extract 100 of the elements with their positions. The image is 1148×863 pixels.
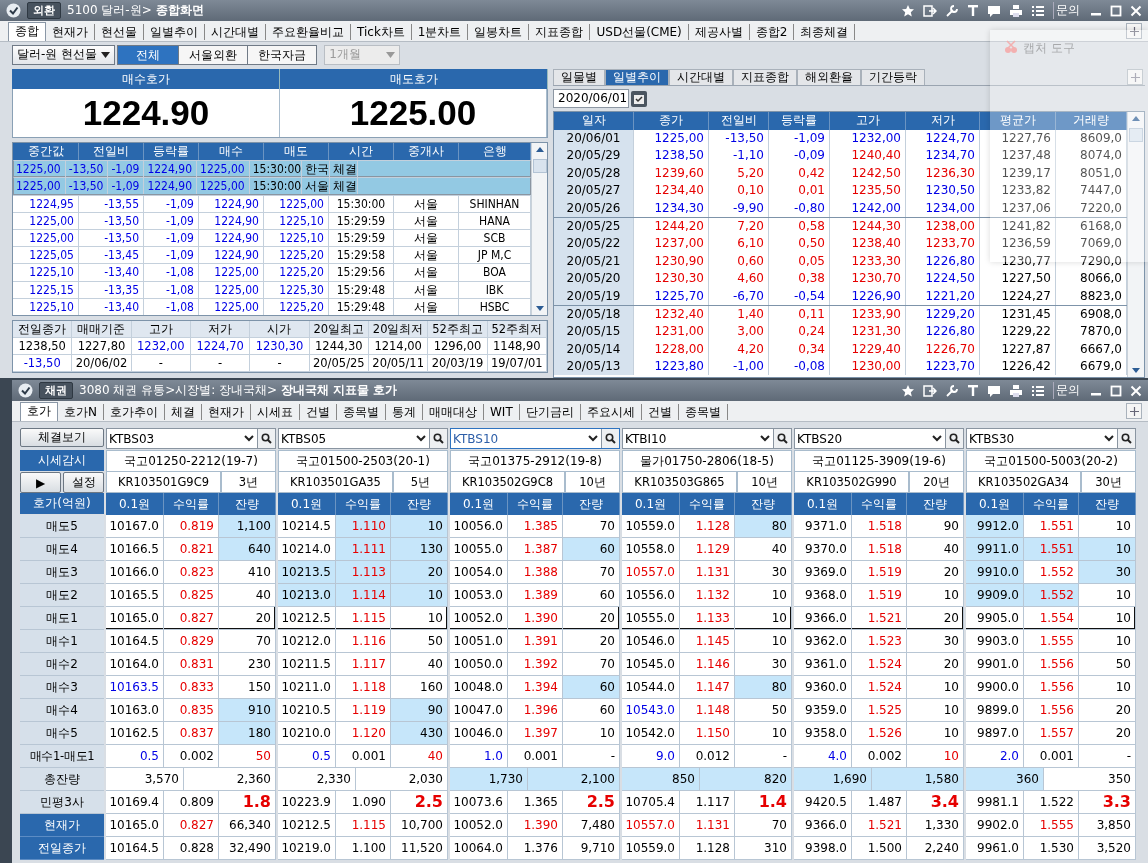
- font-icon[interactable]: [967, 4, 979, 17]
- symbol-select[interactable]: KTBS30: [966, 428, 1136, 449]
- segment-button[interactable]: 전체: [117, 44, 180, 65]
- market-dropdown[interactable]: 달러-원 현선물: [12, 44, 116, 65]
- segment-button[interactable]: 서울외환: [178, 44, 249, 65]
- tab[interactable]: 현선물: [95, 24, 144, 40]
- tab[interactable]: 단기금리: [519, 404, 581, 420]
- table-row[interactable]: 1225,00 -13,50 -1,09 1224,90 1225,10 15:29:59 서울 HANA: [13, 211, 531, 229]
- tab[interactable]: 시세표: [251, 404, 300, 420]
- table-cell: 1230,50: [906, 182, 980, 200]
- table-row[interactable]: 1225,00 -13,50 -1,09 1224,90 1225,00 15:30:00 한국 체결: [13, 160, 531, 178]
- tab[interactable]: 해외환율: [797, 69, 861, 85]
- maximize-icon[interactable]: [1110, 4, 1122, 17]
- scrollbar[interactable]: [1127, 112, 1144, 377]
- segment-button[interactable]: 한국자금: [247, 44, 318, 65]
- tab[interactable]: USD선물(CME): [590, 24, 689, 40]
- table-row[interactable]: 1224,95 -13,55 -1,09 1224,90 1225,00 15:30:00 서울 SHINHAN: [13, 194, 531, 212]
- tab[interactable]: WIT: [484, 404, 520, 420]
- tab[interactable]: 지표종합: [733, 69, 797, 85]
- maximize-icon[interactable]: [1110, 384, 1122, 397]
- close-icon[interactable]: [1130, 384, 1142, 397]
- search-button[interactable]: [257, 429, 275, 448]
- date-field[interactable]: 2020/06/01: [553, 89, 629, 108]
- table-cell: 1234,30: [634, 199, 709, 217]
- tab[interactable]: 제공사별: [688, 24, 750, 40]
- tools-icon[interactable]: [945, 3, 959, 18]
- print-icon[interactable]: [1009, 383, 1023, 398]
- tab[interactable]: 일봉차트: [468, 24, 530, 40]
- tab[interactable]: 일물별: [553, 69, 605, 85]
- symbol-select[interactable]: KTBS03: [106, 428, 276, 449]
- tab[interactable]: 1분차트: [411, 24, 469, 40]
- column-header: 0.1원: [106, 493, 164, 515]
- table-row[interactable]: 1225,15 -13,35 -1,08 1225,00 1225,30 15:29:48 서울 IBK: [13, 280, 531, 298]
- table-row[interactable]: 1225,10 -13,40 -1,08 1225,00 1225,20 15:29:56 서울 BOA: [13, 263, 531, 281]
- scroll-thumb[interactable]: [532, 159, 547, 173]
- star-icon[interactable]: [901, 383, 915, 398]
- tab[interactable]: 호가: [20, 402, 58, 421]
- chevron-icon: [244, 435, 254, 442]
- tab[interactable]: 현재가: [46, 24, 95, 40]
- add-tab-button[interactable]: [1126, 23, 1142, 39]
- table-row[interactable]: 1225,05 -13,45 -1,09 1224,90 1225,20 15:29:58 서울 JP M,C: [13, 246, 531, 264]
- symbol-select[interactable]: KTBS05: [278, 428, 448, 449]
- tab[interactable]: 시간대별: [669, 69, 733, 85]
- tab[interactable]: 기간등락: [861, 69, 925, 85]
- export-icon[interactable]: [923, 3, 937, 18]
- tab[interactable]: 현재가: [202, 404, 251, 420]
- symbol-select[interactable]: KTBI10: [622, 428, 792, 449]
- tab[interactable]: 종합: [8, 22, 46, 41]
- calendar-button[interactable]: [631, 90, 647, 107]
- table-cell: 0,58: [769, 217, 830, 236]
- trade-view-button[interactable]: 체결보기: [20, 428, 104, 447]
- play-button[interactable]: ▶: [20, 472, 61, 493]
- tab[interactable]: 일별추이: [605, 69, 669, 85]
- list-icon[interactable]: [1031, 3, 1045, 18]
- tab[interactable]: 종목별: [337, 404, 386, 420]
- search-button[interactable]: [945, 429, 963, 448]
- font-icon[interactable]: [967, 384, 979, 397]
- star-icon[interactable]: [901, 3, 915, 18]
- tab[interactable]: 시간대별: [205, 24, 266, 40]
- close-icon[interactable]: [1130, 4, 1142, 17]
- tab[interactable]: 지표종합: [529, 24, 591, 40]
- tab[interactable]: 주요시세: [580, 404, 642, 420]
- table-cell: 10: [391, 584, 448, 607]
- tab[interactable]: 일별추이: [144, 24, 205, 40]
- tab[interactable]: 매매대상: [423, 404, 484, 420]
- search-button[interactable]: [1117, 429, 1135, 448]
- scrollbar[interactable]: [531, 143, 547, 315]
- table-cell: 20/05/20: [554, 270, 634, 288]
- search-button[interactable]: [601, 429, 619, 448]
- tab[interactable]: Tick차트: [351, 24, 412, 40]
- tab[interactable]: 통계: [386, 404, 423, 420]
- table-row[interactable]: 1225,00 -13,50 -1,09 1224,90 1225,10 15:29:59 서울 SCB: [13, 228, 531, 247]
- tab[interactable]: 건별: [300, 404, 337, 420]
- symbol-select[interactable]: KTBS20: [794, 428, 964, 449]
- help-icon[interactable]: [987, 3, 1001, 18]
- tab[interactable]: 최종체결: [794, 24, 856, 40]
- table-cell: 1224,70: [191, 337, 251, 355]
- table-row[interactable]: 1225,00 -13,50 -1,09 1224,90 1225,00 15:30:00 서울 체결: [13, 177, 531, 195]
- search-button[interactable]: [429, 429, 447, 448]
- print-icon[interactable]: [1009, 3, 1023, 18]
- tab[interactable]: 종합2: [749, 24, 795, 40]
- scroll-thumb[interactable]: [1129, 128, 1143, 142]
- tab[interactable]: 호가추이: [104, 404, 165, 420]
- tools-icon[interactable]: [945, 383, 959, 398]
- tab[interactable]: 주요환율비교: [266, 24, 351, 40]
- export-icon[interactable]: [923, 383, 937, 398]
- tab[interactable]: 호가N: [58, 404, 104, 420]
- help-icon[interactable]: [987, 383, 1001, 398]
- table-row[interactable]: 1225,10 -13,40 -1,08 1225,00 1225,20 15:29:48 서울 HSBC: [13, 297, 531, 315]
- tab[interactable]: 체결: [165, 404, 202, 420]
- inquiry-button[interactable]: 문의: [1053, 382, 1082, 399]
- table-cell: -13,55: [79, 195, 144, 212]
- settings-button[interactable]: 설정: [63, 472, 104, 493]
- list-icon[interactable]: [1031, 383, 1045, 398]
- add-tab-button[interactable]: [1126, 403, 1142, 419]
- tab[interactable]: 종목별: [678, 404, 728, 420]
- search-button[interactable]: [773, 429, 791, 448]
- tab[interactable]: 건별: [641, 404, 679, 420]
- symbol-select[interactable]: KTBS10: [450, 428, 620, 449]
- inquiry-button[interactable]: 문의: [1053, 2, 1082, 19]
